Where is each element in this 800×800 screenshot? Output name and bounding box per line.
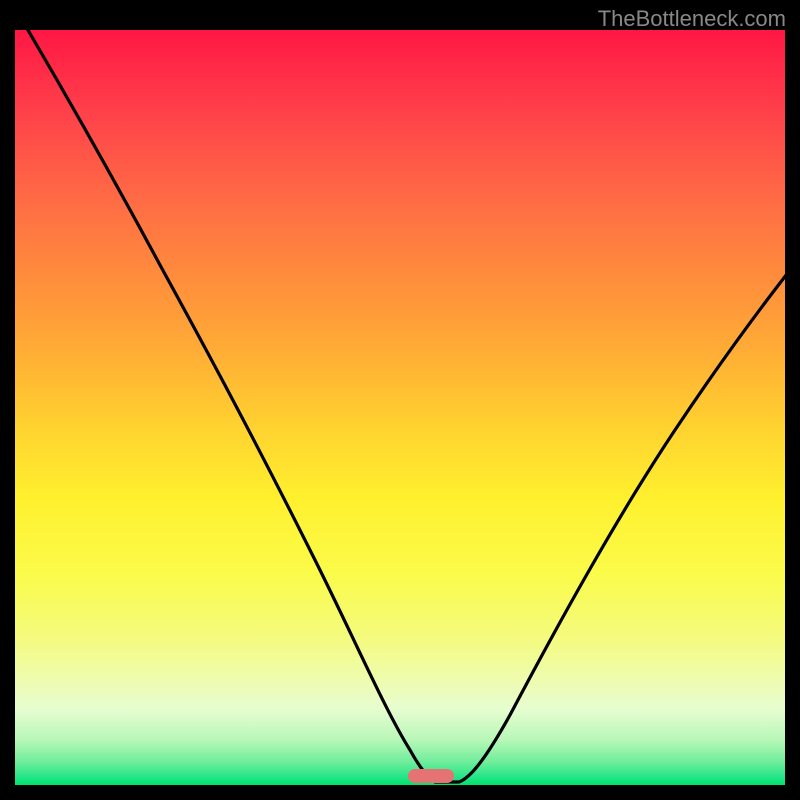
plot-area: [15, 30, 785, 785]
watermark-text: TheBottleneck.com: [598, 6, 786, 32]
chart-svg: [15, 30, 785, 785]
optimal-marker: [408, 769, 454, 783]
bottleneck-curve: [25, 30, 785, 782]
chart-container: TheBottleneck.com: [0, 0, 800, 800]
